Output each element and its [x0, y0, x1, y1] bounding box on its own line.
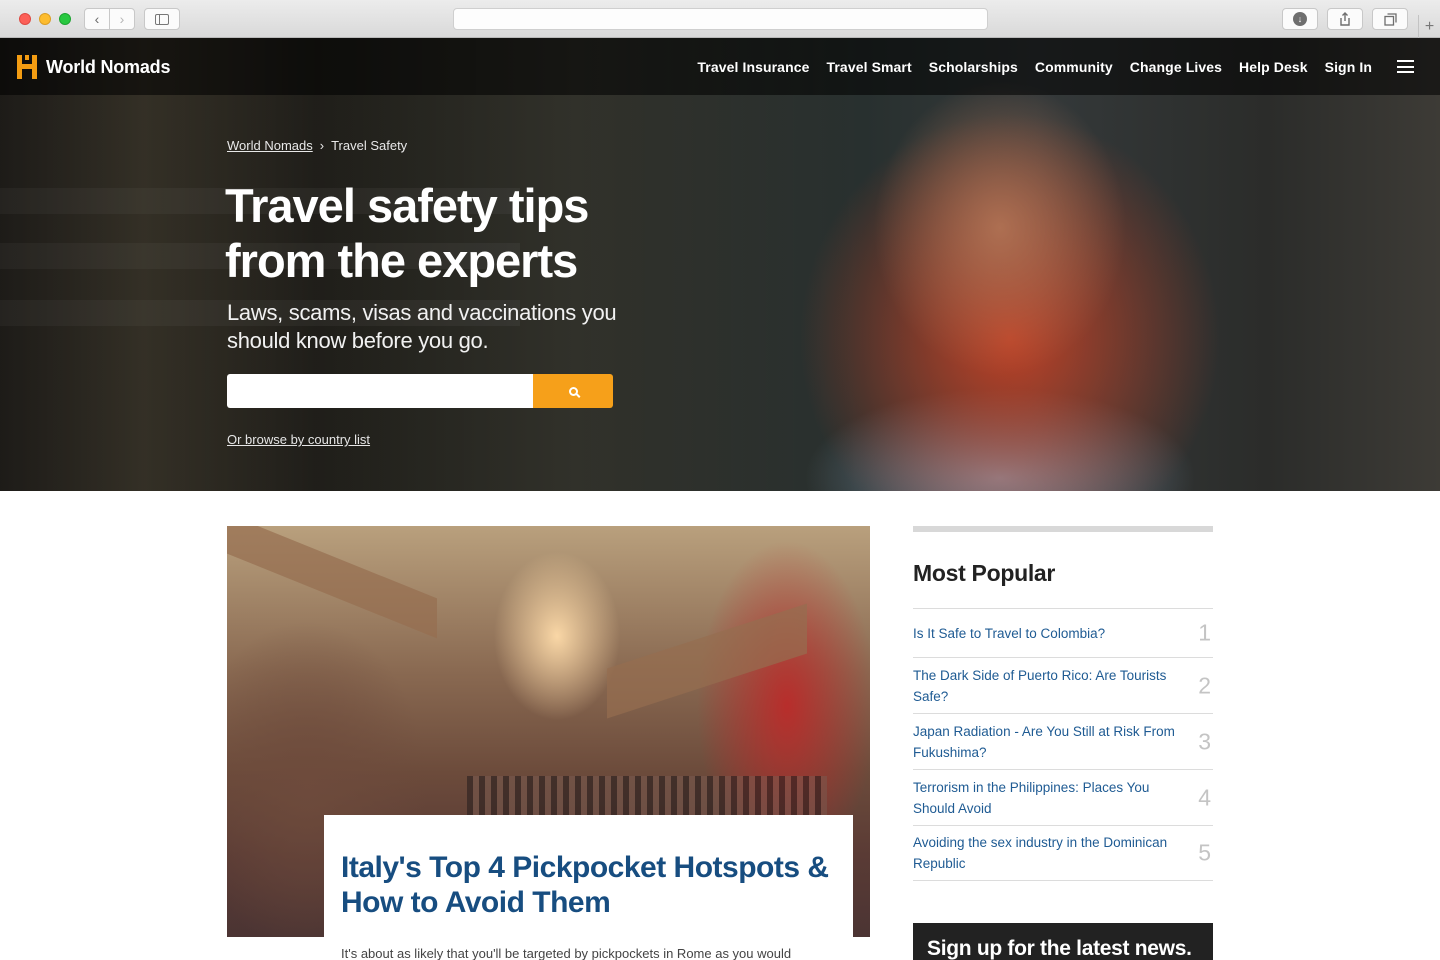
popular-rank: 2 — [1198, 672, 1211, 698]
tabs-icon — [1383, 12, 1397, 26]
nav-community[interactable]: Community — [1035, 59, 1113, 75]
new-tab-button[interactable]: + — [1418, 15, 1440, 38]
site-logo-text: World Nomads — [46, 56, 171, 77]
forward-icon: › — [119, 11, 125, 27]
address-bar[interactable] — [453, 8, 988, 30]
list-item: Japan Radiation - Are You Still at Risk … — [913, 714, 1213, 770]
share-button[interactable] — [1327, 8, 1363, 30]
nav-scholarships[interactable]: Scholarships — [929, 59, 1018, 75]
popular-article-link[interactable]: The Dark Side of Puerto Rico: Are Touris… — [913, 665, 1178, 707]
sidebar-toggle-button[interactable] — [144, 8, 180, 30]
list-item: Terrorism in the Philippines: Places You… — [913, 770, 1213, 826]
search-input[interactable] — [227, 374, 533, 408]
list-item: Avoiding the sex industry in the Dominic… — [913, 826, 1213, 881]
nav-travel-insurance[interactable]: Travel Insurance — [697, 59, 809, 75]
minimize-window-button[interactable] — [39, 13, 51, 25]
nav-sign-in[interactable]: Sign In — [1325, 59, 1372, 75]
browse-by-country-link[interactable]: Or browse by country list — [227, 432, 370, 447]
breadcrumb-home-link[interactable]: World Nomads — [227, 138, 313, 153]
breadcrumb-current: Travel Safety — [331, 138, 408, 153]
nav-travel-smart[interactable]: Travel Smart — [827, 59, 912, 75]
popular-article-link[interactable]: Japan Radiation - Are You Still at Risk … — [913, 721, 1178, 763]
most-popular-heading: Most Popular — [913, 560, 1056, 586]
hero-banner: World Nomads Travel Insurance Travel Sma… — [0, 38, 1440, 491]
page-title: Travel safety tips from the experts — [225, 178, 645, 288]
nav-change-lives[interactable]: Change Lives — [1130, 59, 1222, 75]
popular-article-link[interactable]: Avoiding the sex industry in the Dominic… — [913, 832, 1178, 874]
popular-rank: 4 — [1198, 784, 1211, 810]
share-icon — [1340, 12, 1350, 26]
feature-article-card[interactable]: Italy's Top 4 Pickpocket Hotspots & How … — [324, 815, 853, 960]
newsletter-signup-banner[interactable]: Sign up for the latest news. — [913, 923, 1213, 960]
popular-article-link[interactable]: Terrorism in the Philippines: Places You… — [913, 777, 1178, 819]
tabs-overview-button[interactable] — [1372, 8, 1408, 30]
main-nav: Travel Insurance Travel Smart Scholarshi… — [697, 59, 1372, 75]
sidebar-icon — [155, 13, 169, 25]
popular-rank: 3 — [1198, 728, 1211, 754]
site-header: World Nomads Travel Insurance Travel Sma… — [0, 38, 1440, 95]
list-item: The Dark Side of Puerto Rico: Are Touris… — [913, 658, 1213, 714]
close-window-button[interactable] — [19, 13, 31, 25]
feature-article-title[interactable]: Italy's Top 4 Pickpocket Hotspots & How … — [341, 850, 836, 920]
search-icon — [568, 386, 578, 396]
browser-toolbar: ‹ › ↓ + — [0, 0, 1440, 38]
list-item: Is It Safe to Travel to Colombia? 1 — [913, 609, 1213, 658]
image-detail — [227, 526, 437, 639]
feature-article-excerpt: It's about as likely that you'll be targ… — [341, 946, 792, 960]
sidebar-divider — [913, 526, 1213, 532]
zoom-window-button[interactable] — [59, 13, 71, 25]
popular-rank: 5 — [1198, 839, 1211, 866]
most-popular-list: Is It Safe to Travel to Colombia? 1 The … — [913, 608, 1213, 881]
image-detail — [607, 603, 807, 719]
plus-icon: + — [1424, 17, 1435, 35]
page-title-line-1: Travel safety tips — [225, 179, 589, 232]
back-button[interactable]: ‹ — [84, 8, 110, 30]
hero-image-overlay — [0, 38, 1440, 491]
breadcrumb: World Nomads › Travel Safety — [227, 138, 407, 153]
downloads-button[interactable]: ↓ — [1282, 8, 1318, 30]
world-nomads-logo-icon — [17, 55, 39, 79]
forward-button[interactable]: › — [109, 8, 135, 30]
page-subtitle: Laws, scams, visas and vaccinations you … — [227, 300, 617, 353]
search-button[interactable] — [533, 374, 613, 408]
nav-help-desk[interactable]: Help Desk — [1239, 59, 1308, 75]
popular-article-link[interactable]: Is It Safe to Travel to Colombia? — [913, 623, 1178, 644]
page-title-line-2: from the experts — [225, 234, 578, 287]
site-logo[interactable]: World Nomads — [17, 55, 170, 79]
breadcrumb-separator: › — [319, 138, 325, 153]
back-icon: ‹ — [94, 11, 100, 27]
download-icon: ↓ — [1293, 12, 1307, 26]
popular-rank: 1 — [1198, 619, 1211, 646]
hamburger-menu-icon[interactable] — [1397, 60, 1414, 73]
